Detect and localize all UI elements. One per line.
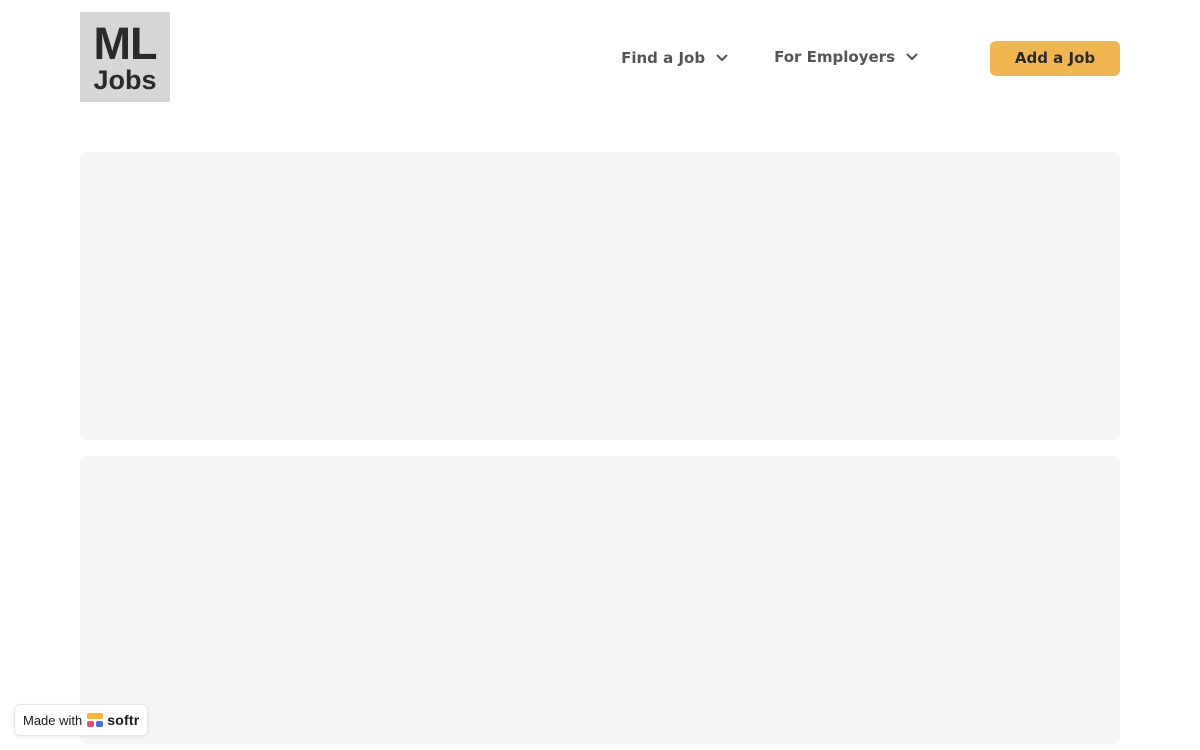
- logo-line-2: Jobs: [93, 64, 157, 95]
- site-logo[interactable]: ML Jobs: [80, 12, 170, 102]
- nav-for-employers[interactable]: For Employers: [774, 48, 920, 66]
- chevron-down-icon: [716, 54, 728, 61]
- softr-logo-icon: [87, 713, 104, 727]
- logo-line-1: ML: [93, 17, 158, 69]
- site-header: ML Jobs Find a Job For Employers Add a J…: [80, 12, 1120, 102]
- made-with-softr-badge[interactable]: Made with softr: [14, 704, 149, 736]
- badge-prefix: Made with: [23, 712, 83, 728]
- badge-brand: softr: [107, 712, 140, 728]
- add-a-job-button[interactable]: Add a Job: [990, 40, 1120, 76]
- main-nav: Find a Job For Employers Add a Job: [621, 12, 1120, 102]
- chevron-down-icon: [906, 53, 918, 60]
- content-placeholder: [80, 456, 1120, 744]
- content-placeholder: [80, 152, 1120, 440]
- page: ML Jobs Find a Job For Employers Add a J…: [0, 0, 1200, 750]
- nav-for-employers-label: For Employers: [774, 48, 895, 66]
- nav-find-a-job-label: Find a Job: [621, 49, 706, 67]
- nav-find-a-job[interactable]: Find a Job: [621, 49, 730, 67]
